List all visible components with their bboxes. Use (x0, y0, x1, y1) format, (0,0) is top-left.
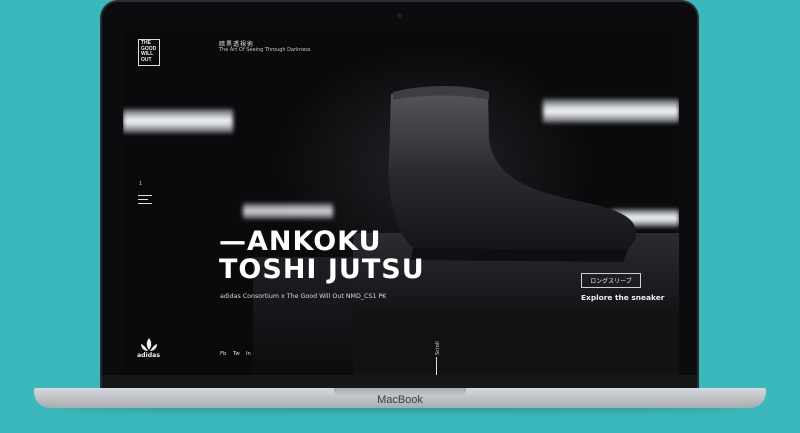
site-logo[interactable]: THE GOOD WILL OUT (138, 39, 160, 66)
website-screen: THE GOOD WILL OUT 暗黒透視術 The Art Of Seein… (123, 25, 679, 375)
light-bar (123, 109, 233, 133)
tagline-english: The Art Of Seeing Through Darkness (219, 47, 311, 53)
explore-sneaker-link[interactable]: Explore the sneaker (581, 293, 664, 302)
long-sleeve-button[interactable]: ロングスリーブ (581, 273, 641, 288)
twitter-link[interactable]: Tw (233, 351, 240, 357)
scroll-indicator-line (436, 357, 437, 375)
facebook-link[interactable]: Fb (220, 351, 226, 357)
webcam-icon (397, 13, 402, 18)
scroll-indicator-label: Scroll (435, 341, 441, 355)
page-headline: —ANKOKU TOSHI JUTSU (219, 226, 425, 285)
adidas-wordmark[interactable]: adidas (137, 352, 160, 359)
product-subline: adidas Consortium x The Good Will Out NM… (220, 293, 387, 300)
hamburger-menu-icon[interactable] (138, 195, 152, 204)
instagram-link[interactable]: In (246, 351, 251, 357)
laptop-brand: MacBook (377, 394, 423, 406)
slide-number: 1 (139, 181, 143, 187)
